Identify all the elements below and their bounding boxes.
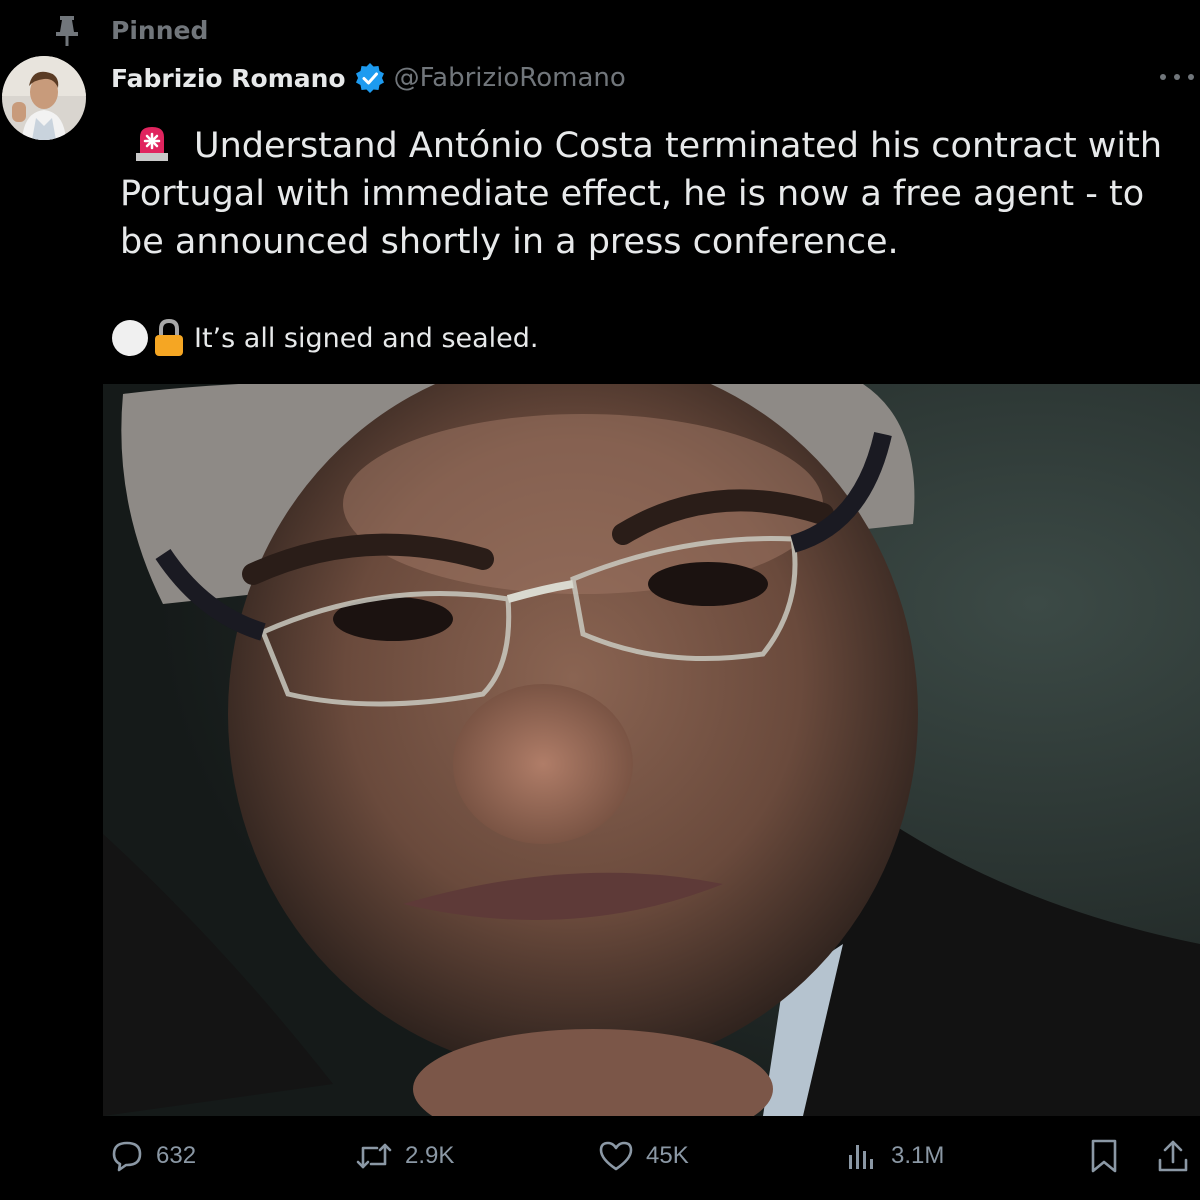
share-icon <box>1158 1140 1188 1172</box>
bookmark-button[interactable] <box>1088 1134 1120 1178</box>
lock-icon <box>155 318 183 356</box>
verified-badge-icon <box>355 63 384 93</box>
like-count: 45K <box>646 1142 689 1169</box>
views-count: 3.1M <box>891 1142 945 1169</box>
share-button[interactable] <box>1156 1134 1190 1178</box>
tweet-footer-text: It’s all signed and sealed. <box>194 322 539 354</box>
avatar[interactable] <box>2 56 86 140</box>
white-circle-icon <box>112 320 148 356</box>
pinned-label: Pinned <box>111 16 209 45</box>
pinned-indicator: Pinned <box>0 10 400 50</box>
like-button[interactable]: 45K <box>598 1134 689 1178</box>
action-bar: 632 2.9K 45K 3.1M <box>0 1128 1200 1184</box>
heart-icon <box>599 1141 633 1171</box>
tweet-photo[interactable] <box>103 384 1200 1116</box>
siren-icon <box>136 127 168 161</box>
reply-icon <box>112 1141 142 1172</box>
repost-icon <box>356 1143 392 1169</box>
reply-count: 632 <box>156 1142 197 1169</box>
author-handle[interactable]: @FabrizioRomano <box>394 63 626 93</box>
bookmark-icon <box>1091 1139 1117 1173</box>
tweet-footer-line: It’s all signed and sealed. <box>112 316 539 360</box>
views-button[interactable]: 3.1M <box>845 1134 944 1178</box>
more-options-icon[interactable] <box>1160 62 1194 92</box>
author-name[interactable]: Fabrizio Romano <box>111 64 346 93</box>
tweet-body: Understand António Costa terminated his … <box>120 126 1163 262</box>
repost-count: 2.9K <box>405 1142 455 1169</box>
pin-icon <box>56 16 78 46</box>
reply-button[interactable]: 632 <box>110 1134 196 1178</box>
tweet-header: Fabrizio Romano @FabrizioRomano <box>111 56 626 100</box>
repost-button[interactable]: 2.9K <box>355 1134 454 1178</box>
views-chart-icon <box>849 1145 873 1169</box>
tweet-text: Understand António Costa terminated his … <box>120 122 1180 266</box>
